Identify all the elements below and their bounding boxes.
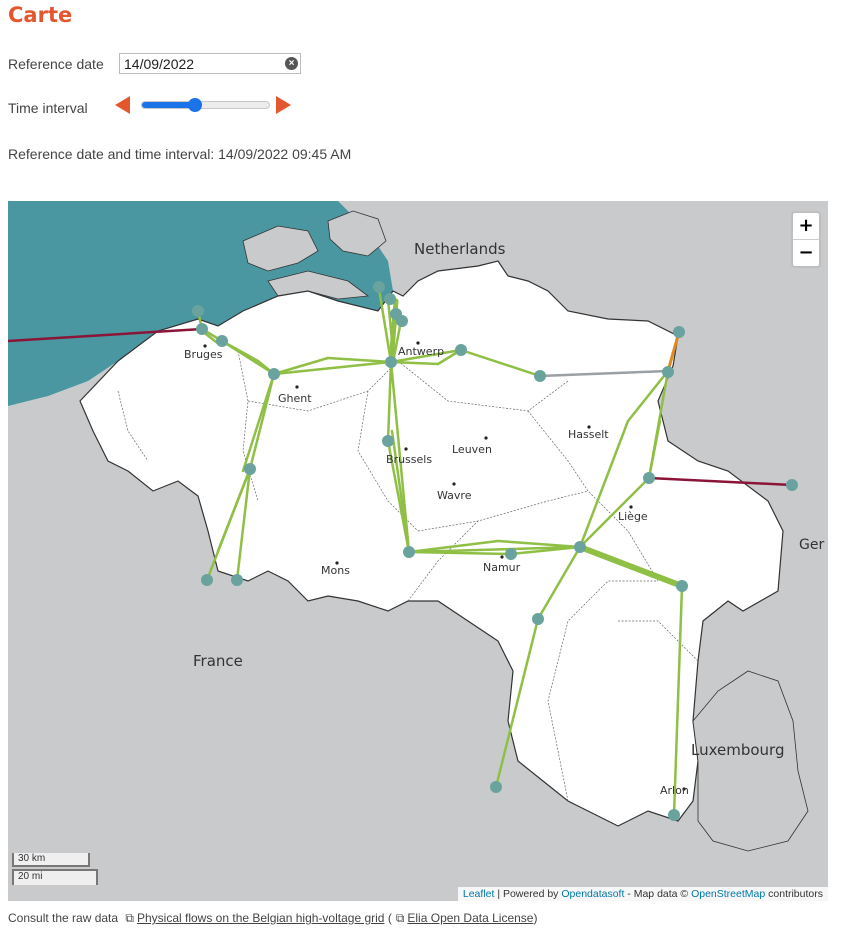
zoom-in-button[interactable]: + <box>793 213 819 240</box>
map-attribution: Leaflet | Powered by Opendatasoft - Map … <box>457 887 828 901</box>
paren-close: ) <box>533 911 538 925</box>
luxembourg-shape <box>692 670 809 852</box>
label-mons: Mons <box>321 564 350 577</box>
label-antwerp: Antwerp <box>398 345 444 358</box>
slider-thumb[interactable] <box>188 98 203 112</box>
license-link[interactable]: Elia Open Data License <box>407 911 533 925</box>
label-wavre: Wavre <box>437 489 472 502</box>
label-arlon: Arlon <box>660 784 689 797</box>
scale-km: 30 km <box>12 853 90 867</box>
label-bruges: Bruges <box>184 348 223 361</box>
raw-data-link[interactable]: Physical flows on the Belgian high-volta… <box>137 911 384 925</box>
label-france: France <box>193 652 243 670</box>
grid-map[interactable]: Netherlands France Luxembourg Ger Bruges… <box>8 201 828 901</box>
opendatasoft-link[interactable]: Opendatasoft <box>561 888 624 900</box>
next-interval-button[interactable] <box>276 96 291 114</box>
label-luxembourg: Luxembourg <box>691 741 785 759</box>
page-title: Carte <box>8 3 73 27</box>
external-link-icon: ⧉ <box>125 911 134 925</box>
label-ghent: Ghent <box>278 392 312 405</box>
attribution-tail: contributors <box>765 888 823 900</box>
external-link-icon: ⧉ <box>395 911 405 925</box>
leaflet-link[interactable]: Leaflet <box>463 888 495 900</box>
attribution-sep2: - Map data © <box>624 888 692 900</box>
label-brussels: Brussels <box>386 453 432 466</box>
label-leuven: Leuven <box>452 443 492 456</box>
label-netherlands: Netherlands <box>414 240 506 258</box>
label-germany: Ger <box>799 537 824 553</box>
time-interval-slider[interactable] <box>141 101 270 109</box>
label-namur: Namur <box>483 561 521 574</box>
reference-date-input[interactable]: 14/09/2022 <box>119 53 301 74</box>
reference-summary: Reference date and time interval: 14/09/… <box>8 146 352 162</box>
zoom-out-button[interactable]: − <box>793 240 819 266</box>
footer: Consult the raw data ⧉ Physical flows on … <box>8 911 537 926</box>
map-canvas: Netherlands France Luxembourg Ger Bruges… <box>8 201 824 852</box>
clear-date-icon[interactable]: × <box>285 57 298 70</box>
attribution-sep1: | Powered by <box>494 888 562 900</box>
osm-link[interactable]: OpenStreetMap <box>691 888 765 900</box>
label-liege: Liège <box>618 510 648 523</box>
label-hasselt: Hasselt <box>568 428 609 441</box>
reference-date-label: Reference date <box>8 56 104 72</box>
zoom-control: + − <box>791 211 821 268</box>
time-interval-label: Time interval <box>8 100 88 116</box>
footer-prefix: Consult the raw data <box>8 911 119 925</box>
paren-open: ( <box>387 911 392 925</box>
previous-interval-button[interactable] <box>115 96 130 114</box>
scale-mi: 20 mi <box>12 869 98 885</box>
